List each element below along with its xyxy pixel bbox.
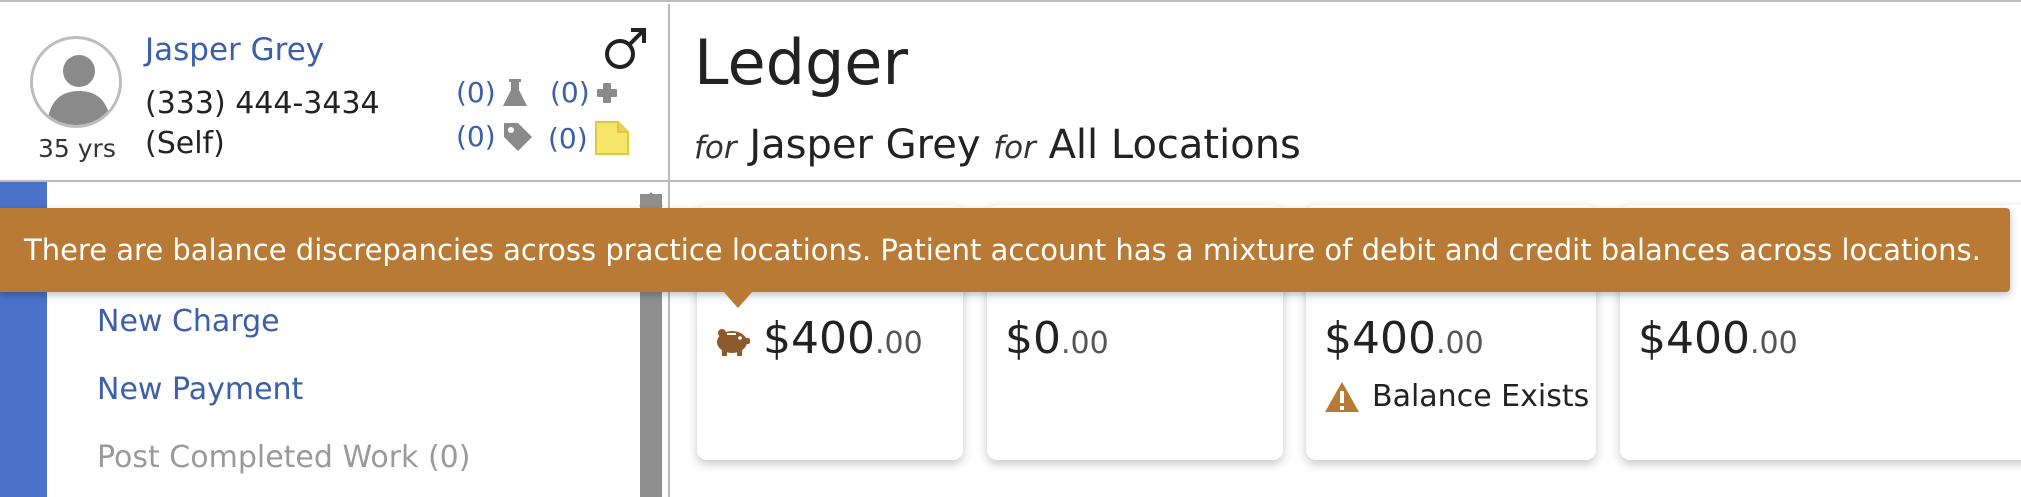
new-charge-link[interactable]: New Charge <box>97 304 280 339</box>
ledger-patient-name: Jasper Grey <box>749 122 981 168</box>
ledger-location[interactable]: All Locations <box>1049 122 1301 168</box>
amount-cents: .00 <box>1061 326 1109 361</box>
balance-discrepancy-alert: There are balance discrepancies across p… <box>0 208 2010 292</box>
medical-counter[interactable]: (0) <box>550 76 618 109</box>
ledger-subtitle: for Jasper Grey for All Locations <box>694 122 1301 168</box>
male-gender-icon <box>605 28 646 69</box>
patient-header: 35 yrs Jasper Grey (333) 444-3434 (Self)… <box>0 4 670 182</box>
amount-cents: .00 <box>874 326 923 361</box>
amount-dollars: $400 <box>1324 313 1436 364</box>
amount-dollars: $400 <box>1638 313 1750 364</box>
notes-count: (0) <box>548 121 588 155</box>
post-completed-work-link[interactable]: Post Completed Work (0) <box>97 440 470 475</box>
amount-cents: .00 <box>1435 326 1484 361</box>
page-title: Ledger <box>694 26 908 99</box>
labs-counter[interactable]: (0) <box>456 76 528 109</box>
note-icon <box>594 121 629 155</box>
ledger-header: Ledger for Jasper Grey for All Locations <box>670 4 2021 182</box>
warning-icon <box>1325 381 1359 412</box>
avatar[interactable] <box>30 36 122 128</box>
alert-pointer <box>722 290 754 308</box>
patient-phone: (333) 444-3434 <box>145 86 380 121</box>
amount-cents: .00 <box>1749 326 1798 361</box>
amount-dollars: $0 <box>1005 313 1061 364</box>
labs-count: (0) <box>456 76 496 109</box>
cross-icon <box>596 82 617 103</box>
for-label: for <box>694 130 737 166</box>
notes-counter[interactable]: (0) <box>548 120 630 156</box>
new-payment-link[interactable]: New Payment <box>97 372 303 407</box>
patient-relationship: (Self) <box>145 126 225 161</box>
warning-text: Balance Exists <box>1372 379 1590 414</box>
balance-amount: $400.00 <box>763 313 923 364</box>
patient-name-link[interactable]: Jasper Grey <box>145 32 324 68</box>
tags-count: (0) <box>456 120 496 153</box>
patient-age: 35 yrs <box>38 134 116 163</box>
balance-amount: $400.00 <box>1324 313 1484 364</box>
tag-icon <box>503 122 532 151</box>
piggy-bank-icon <box>717 329 750 356</box>
app-frame: 35 yrs Jasper Grey (333) 444-3434 (Self)… <box>0 0 2021 497</box>
balance-amount: $0.00 <box>1005 313 1109 364</box>
tags-counter[interactable]: (0) <box>456 120 534 153</box>
amount-dollars: $400 <box>763 313 875 364</box>
balance-amount: $400.00 <box>1638 313 1798 364</box>
balance-warning: Balance Exists <box>1324 379 1589 414</box>
medical-count: (0) <box>550 76 590 109</box>
flask-icon <box>502 78 527 106</box>
for-label: for <box>993 130 1036 166</box>
